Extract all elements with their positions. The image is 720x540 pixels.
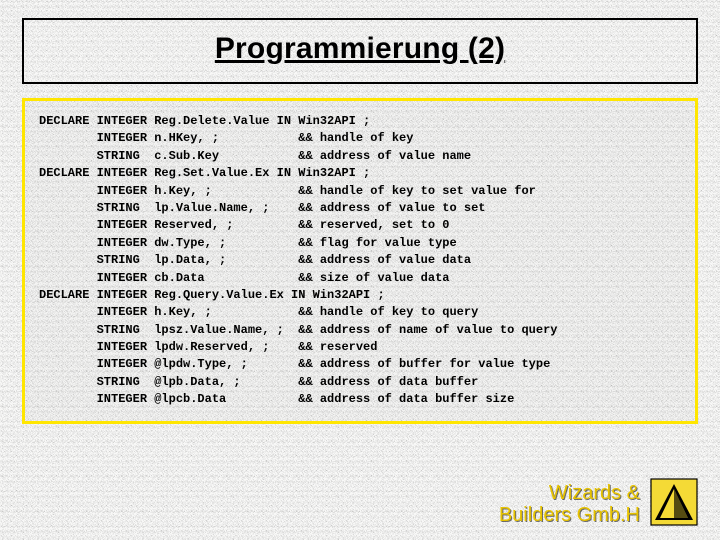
code-line: INTEGER @lpcb.Data && address of data bu… xyxy=(39,391,681,408)
code-line: INTEGER @lpdw.Type, ; && address of buff… xyxy=(39,356,681,373)
triangle-icon xyxy=(650,478,698,526)
footer: Wizards & Builders Gmb.H xyxy=(22,468,698,526)
code-line: INTEGER n.HKey, ; && handle of key xyxy=(39,130,681,147)
footer-text: Wizards & Builders Gmb.H xyxy=(499,482,640,526)
code-line: INTEGER Reserved, ; && reserved, set to … xyxy=(39,217,681,234)
footer-line-1: Wizards & xyxy=(549,482,640,504)
code-line: INTEGER dw.Type, ; && flag for value typ… xyxy=(39,235,681,252)
code-line: INTEGER lpdw.Reserved, ; && reserved xyxy=(39,339,681,356)
code-line: STRING @lpb.Data, ; && address of data b… xyxy=(39,374,681,391)
code-line: STRING c.Sub.Key && address of value nam… xyxy=(39,148,681,165)
slide-container: Programmierung (2) DECLARE INTEGER Reg.D… xyxy=(0,0,720,540)
code-line: DECLARE INTEGER Reg.Set.Value.Ex IN Win3… xyxy=(39,165,681,182)
logo-emblem xyxy=(650,478,698,526)
code-box: DECLARE INTEGER Reg.Delete.Value IN Win3… xyxy=(22,98,698,424)
footer-line-2: Builders Gmb.H xyxy=(499,504,640,526)
code-line: DECLARE INTEGER Reg.Delete.Value IN Win3… xyxy=(39,113,681,130)
code-block: DECLARE INTEGER Reg.Delete.Value IN Win3… xyxy=(39,113,681,409)
slide-title: Programmierung (2) xyxy=(24,32,696,66)
code-line: DECLARE INTEGER Reg.Query.Value.Ex IN Wi… xyxy=(39,287,681,304)
code-line: INTEGER h.Key, ; && handle of key to set… xyxy=(39,183,681,200)
code-line: INTEGER cb.Data && size of value data xyxy=(39,270,681,287)
code-line: STRING lp.Value.Name, ; && address of va… xyxy=(39,200,681,217)
code-line: INTEGER h.Key, ; && handle of key to que… xyxy=(39,304,681,321)
code-line: STRING lp.Data, ; && address of value da… xyxy=(39,252,681,269)
code-line: STRING lpsz.Value.Name, ; && address of … xyxy=(39,322,681,339)
title-box: Programmierung (2) xyxy=(22,18,698,84)
